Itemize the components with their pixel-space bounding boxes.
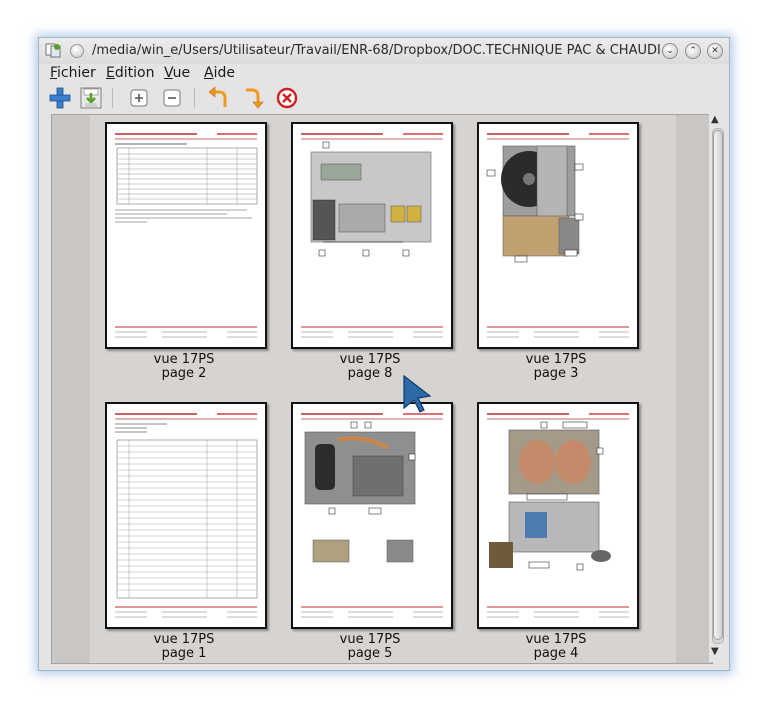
page-number-label: page 3 (533, 366, 579, 381)
thumbnail-grid: vue 17PS page 2 vue 17PS page 8 vue 17PS… (90, 115, 676, 663)
toolbar (39, 84, 729, 112)
page-view-label: vue 17PS (153, 352, 215, 367)
maximize-button[interactable]: ⌃ (685, 43, 701, 59)
mouse-cursor-icon (403, 374, 432, 413)
vertical-scrollbar[interactable]: ▲ ▼ (709, 114, 725, 662)
page-number-label: page 2 (161, 366, 207, 381)
document-page-image (301, 413, 443, 618)
page-caption: vue 17PS page 4 (456, 633, 656, 661)
menu-aide[interactable]: Aide (204, 65, 235, 81)
add-icon[interactable] (48, 86, 72, 110)
menu-vue[interactable]: Vue (164, 65, 190, 81)
window-menu-button[interactable] (70, 44, 84, 58)
scroll-thumb[interactable] (713, 130, 723, 640)
zoom-in-icon[interactable] (127, 86, 151, 110)
delete-icon[interactable] (275, 86, 299, 110)
document-page-image (487, 413, 629, 618)
zoom-out-icon[interactable] (160, 86, 184, 110)
page-thumbnail[interactable] (291, 402, 453, 629)
toolbar-separator (194, 88, 195, 108)
menu-edition-accel: E (106, 65, 115, 81)
thumbnail-view[interactable]: vue 17PS page 2 vue 17PS page 8 vue 17PS… (51, 114, 713, 664)
rotate-right-icon[interactable] (240, 86, 264, 110)
close-icon: ✕ (711, 46, 719, 56)
page-thumbnail[interactable] (477, 402, 639, 629)
page-caption: vue 17PS page 3 (456, 353, 656, 381)
scroll-down-icon[interactable]: ▼ (711, 646, 719, 657)
page-view-label: vue 17PS (525, 352, 587, 367)
page-view-label: vue 17PS (339, 632, 401, 647)
menu-bar: Fichier Edition Vue Aide (39, 64, 729, 84)
scroll-up-icon[interactable]: ▲ (711, 114, 719, 125)
toolbar-separator (112, 88, 113, 108)
menu-edition[interactable]: Edition (106, 65, 154, 81)
maximize-icon: ⌃ (689, 46, 697, 56)
document-page-image (301, 133, 443, 338)
document-page-image (486, 133, 629, 338)
page-thumbnail[interactable] (105, 122, 267, 349)
menu-aide-accel: A (204, 65, 214, 81)
minimize-icon: ⌄ (666, 46, 674, 56)
menu-fichier-accel: F (50, 65, 58, 81)
page-number-label: page 5 (347, 646, 393, 661)
page-caption: vue 17PS page 8 (270, 353, 470, 381)
page-number-label: page 4 (533, 646, 579, 661)
menu-vue-label: ue (172, 65, 191, 81)
page-caption: vue 17PS page 5 (270, 633, 470, 661)
rotate-left-icon[interactable] (207, 86, 231, 110)
minimize-button[interactable]: ⌄ (662, 43, 678, 59)
save-icon[interactable] (79, 86, 103, 110)
page-caption: vue 17PS page 1 (84, 633, 284, 661)
menu-edition-label: dition (114, 65, 155, 81)
scroll-trough[interactable] (712, 128, 724, 644)
window-title: /media/win_e/Users/Utilisateur/Travail/E… (92, 43, 662, 58)
page-view-label: vue 17PS (339, 352, 401, 367)
menu-fichier-label: ichier (57, 65, 96, 81)
app-window: /media/win_e/Users/Utilisateur/Travail/E… (38, 37, 730, 671)
close-window-button[interactable]: ✕ (707, 43, 723, 59)
page-view-label: vue 17PS (525, 632, 587, 647)
menu-aide-label: ide (213, 65, 235, 81)
menu-vue-accel: V (164, 65, 173, 81)
page-thumbnail[interactable] (291, 122, 453, 349)
page-caption: vue 17PS page 2 (84, 353, 284, 381)
page-thumbnail[interactable] (477, 122, 639, 349)
title-bar[interactable]: /media/win_e/Users/Utilisateur/Travail/E… (39, 38, 729, 64)
page-view-label: vue 17PS (153, 632, 215, 647)
page-thumbnail[interactable] (105, 402, 267, 629)
page-number-label: page 1 (161, 646, 207, 661)
page-number-label: page 8 (347, 366, 393, 381)
menu-fichier[interactable]: Fichier (50, 65, 96, 81)
document-page-image (115, 413, 258, 618)
pdf-shuffler-app-icon[interactable] (45, 42, 63, 59)
document-page-image (115, 133, 258, 338)
